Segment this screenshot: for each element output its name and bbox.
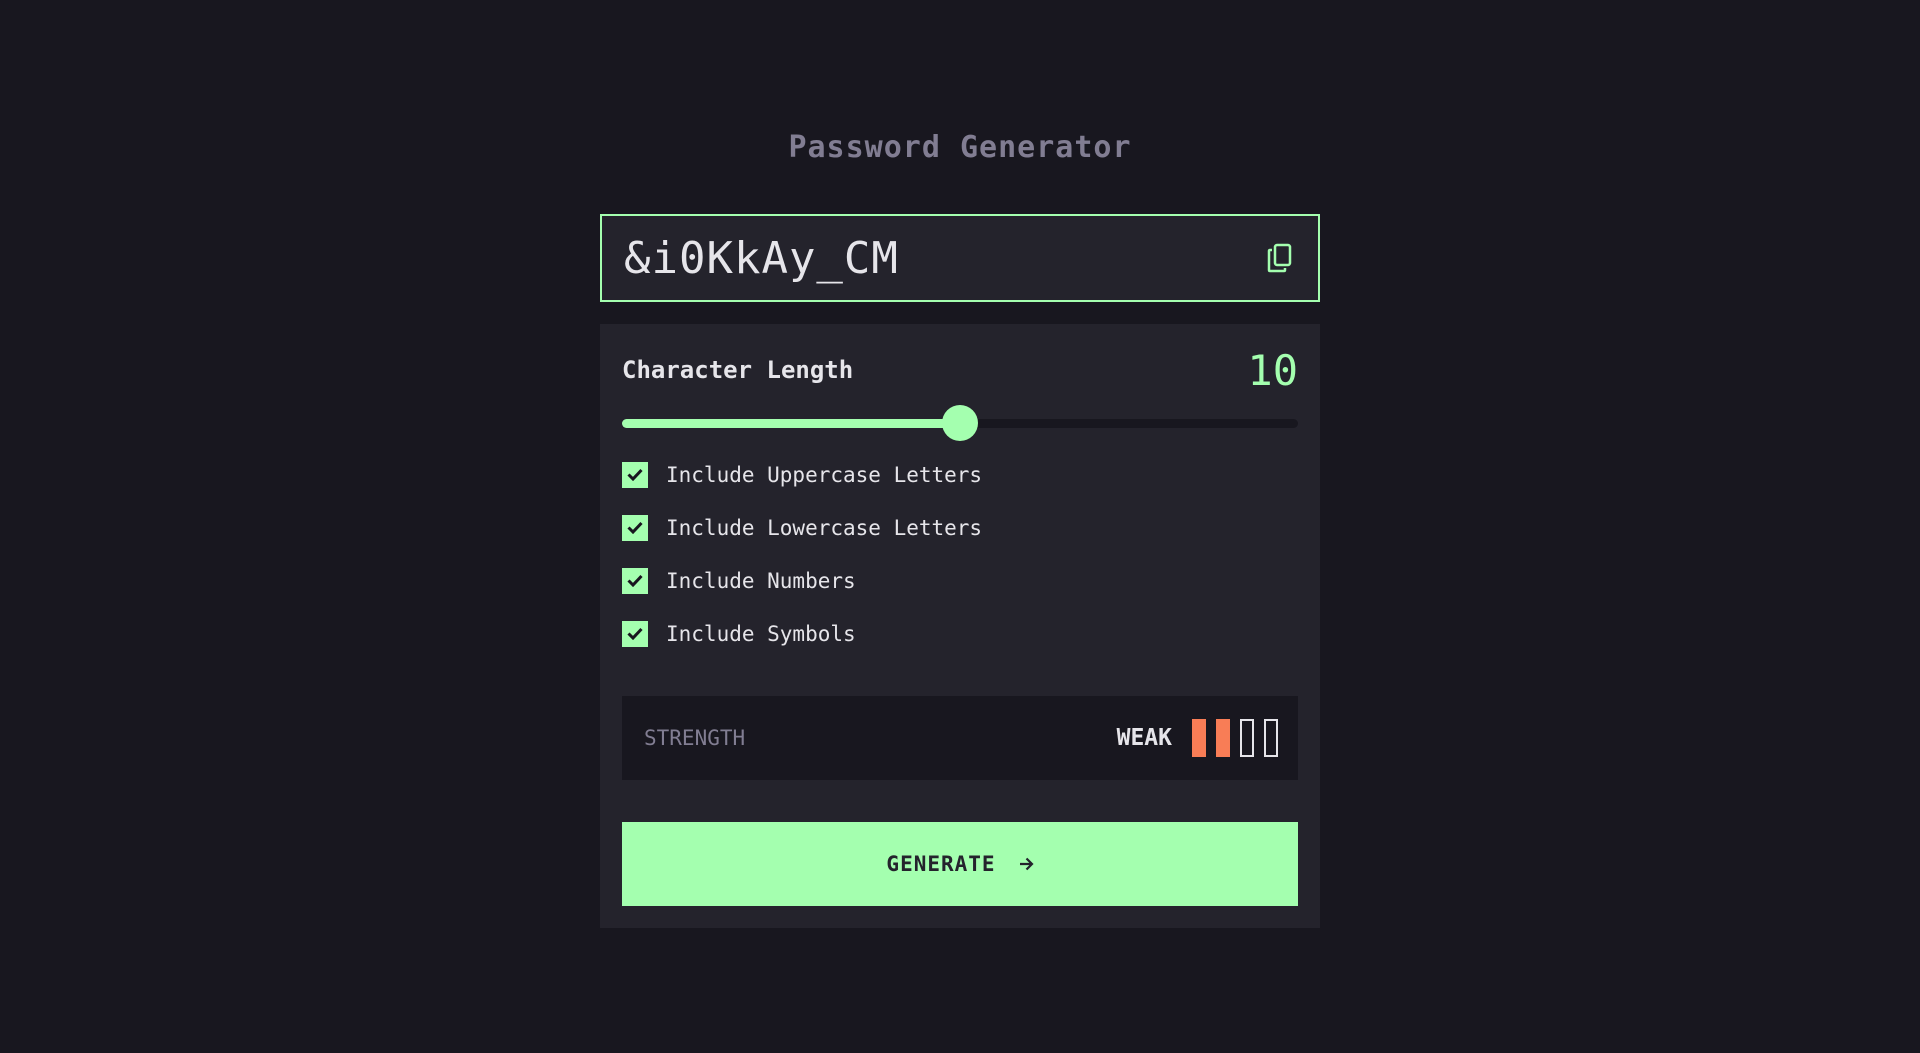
password-generator-app: Password Generator &i0KkAy_CM Character … <box>600 128 1320 928</box>
password-output: &i0KkAy_CM <box>600 214 1320 302</box>
option-label: Include Lowercase Letters <box>666 515 983 540</box>
slider-fill <box>622 419 960 428</box>
strength-label: STRENGTH <box>644 726 746 750</box>
settings-panel: Character Length 10 Include Uppercase Le… <box>600 324 1320 928</box>
arrow-right-icon <box>1019 857 1034 871</box>
strength-bars <box>1192 719 1278 757</box>
length-row: Character Length 10 <box>622 345 1298 395</box>
password-text: &i0KkAy_CM <box>624 232 899 284</box>
length-slider[interactable] <box>622 404 1298 441</box>
length-label: Character Length <box>622 356 854 384</box>
option-label: Include Symbols <box>666 621 856 646</box>
option-lowercase[interactable]: Include Lowercase Letters <box>622 501 1298 554</box>
option-numbers[interactable]: Include Numbers <box>622 554 1298 607</box>
checkbox-uppercase[interactable] <box>622 461 648 488</box>
strength-meter: STRENGTH WEAK <box>622 696 1298 780</box>
generate-label: GENERATE <box>886 852 996 876</box>
strength-indicator: WEAK <box>1117 719 1278 757</box>
page-title: Password Generator <box>788 130 1132 165</box>
strength-bar <box>1240 719 1254 757</box>
checkmark-icon <box>627 521 643 534</box>
strength-bar <box>1192 719 1206 757</box>
strength-bar <box>1264 719 1278 757</box>
checkbox-lowercase[interactable] <box>622 514 648 541</box>
options-list: Include Uppercase Letters Include Lowerc… <box>622 448 1298 660</box>
option-uppercase[interactable]: Include Uppercase Letters <box>622 448 1298 501</box>
checkbox-numbers[interactable] <box>622 567 648 594</box>
option-label: Include Uppercase Letters <box>666 462 983 487</box>
checkmark-icon <box>627 627 643 640</box>
checkmark-icon <box>627 574 643 587</box>
length-value: 10 <box>1247 345 1298 395</box>
copy-icon <box>1267 243 1292 273</box>
checkmark-icon <box>627 468 643 481</box>
strength-bar <box>1216 719 1230 757</box>
slider-thumb[interactable] <box>942 405 978 441</box>
option-label: Include Numbers <box>666 568 856 593</box>
option-symbols[interactable]: Include Symbols <box>622 607 1298 660</box>
generate-button[interactable]: GENERATE <box>622 822 1298 906</box>
checkbox-symbols[interactable] <box>622 620 648 647</box>
copy-button[interactable] <box>1262 238 1298 278</box>
strength-level: WEAK <box>1116 725 1172 751</box>
